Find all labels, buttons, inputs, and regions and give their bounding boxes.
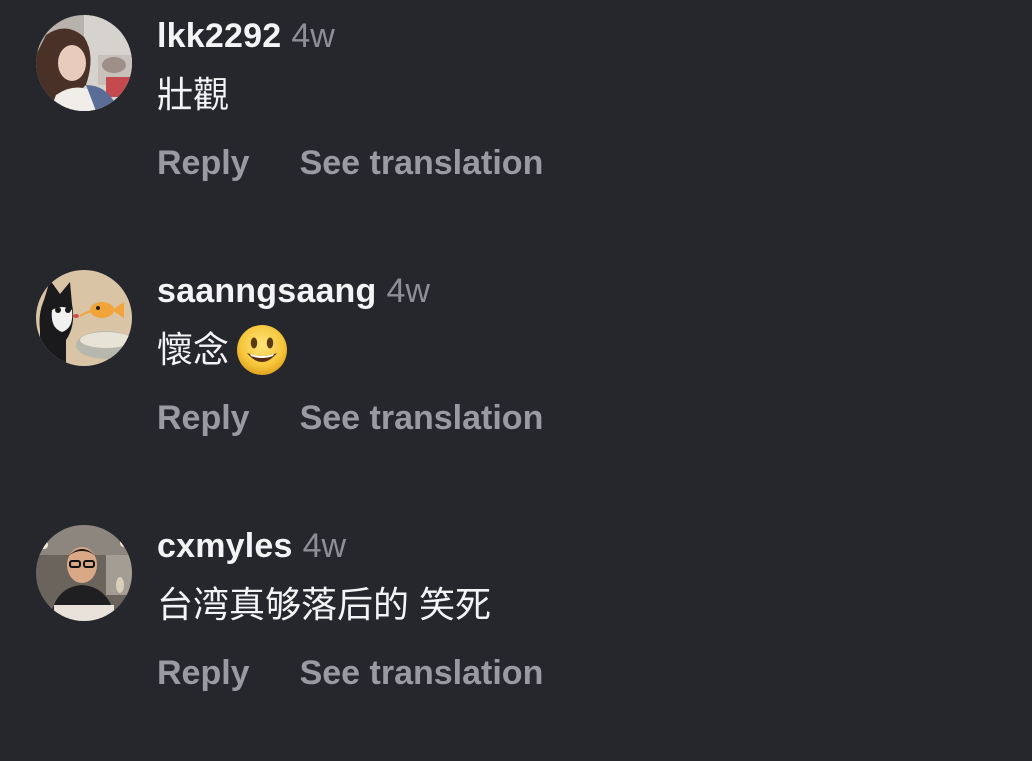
timestamp: 4w [386,272,430,310]
comment-header: cxmyles 4w [157,524,346,568]
avatar-cartoon-cat-icon [36,270,132,366]
reply-button[interactable]: Reply [157,654,250,692]
timestamp: 4w [302,527,347,565]
comment-body: 壯觀 [157,74,230,115]
comment-actions: Reply See translation [157,650,543,696]
avatar[interactable] [36,270,132,366]
reply-button[interactable]: Reply [157,144,250,182]
avatar[interactable] [36,15,132,111]
username[interactable]: lkk2292 [157,17,281,55]
comment-item: lkk2292 4w 壯觀 Reply See translation [0,0,1032,230]
comment-actions: Reply See translation [157,140,543,186]
smiling-face-emoji-icon [235,323,289,377]
timestamp: 4w [291,17,335,55]
comment-header: saanngsaang 4w [157,269,430,313]
comment-text: 懷念 [157,325,289,375]
comment-header: lkk2292 4w [157,14,335,58]
username[interactable]: cxmyles [157,527,293,565]
comment-text: 台湾真够落后的 笑死 [157,580,491,630]
comment-item: saanngsaang 4w 懷念 Reply See translation [0,255,1032,485]
see-translation-button[interactable]: See translation [300,144,544,182]
avatar[interactable] [36,525,132,621]
see-translation-button[interactable]: See translation [300,399,544,437]
see-translation-button[interactable]: See translation [300,654,544,692]
comment-item: cxmyles 4w 台湾真够落后的 笑死 Reply See translatio… [0,510,1032,740]
avatar-photo-icon [36,525,132,621]
avatar-photo-icon [36,15,132,111]
comment-actions: Reply See translation [157,395,543,441]
comment-text: 壯觀 [157,70,229,120]
reply-button[interactable]: Reply [157,399,250,437]
comment-body: 懷念 [157,329,230,370]
comment-body: 台湾真够落后的 笑死 [157,584,492,625]
username[interactable]: saanngsaang [157,272,377,310]
